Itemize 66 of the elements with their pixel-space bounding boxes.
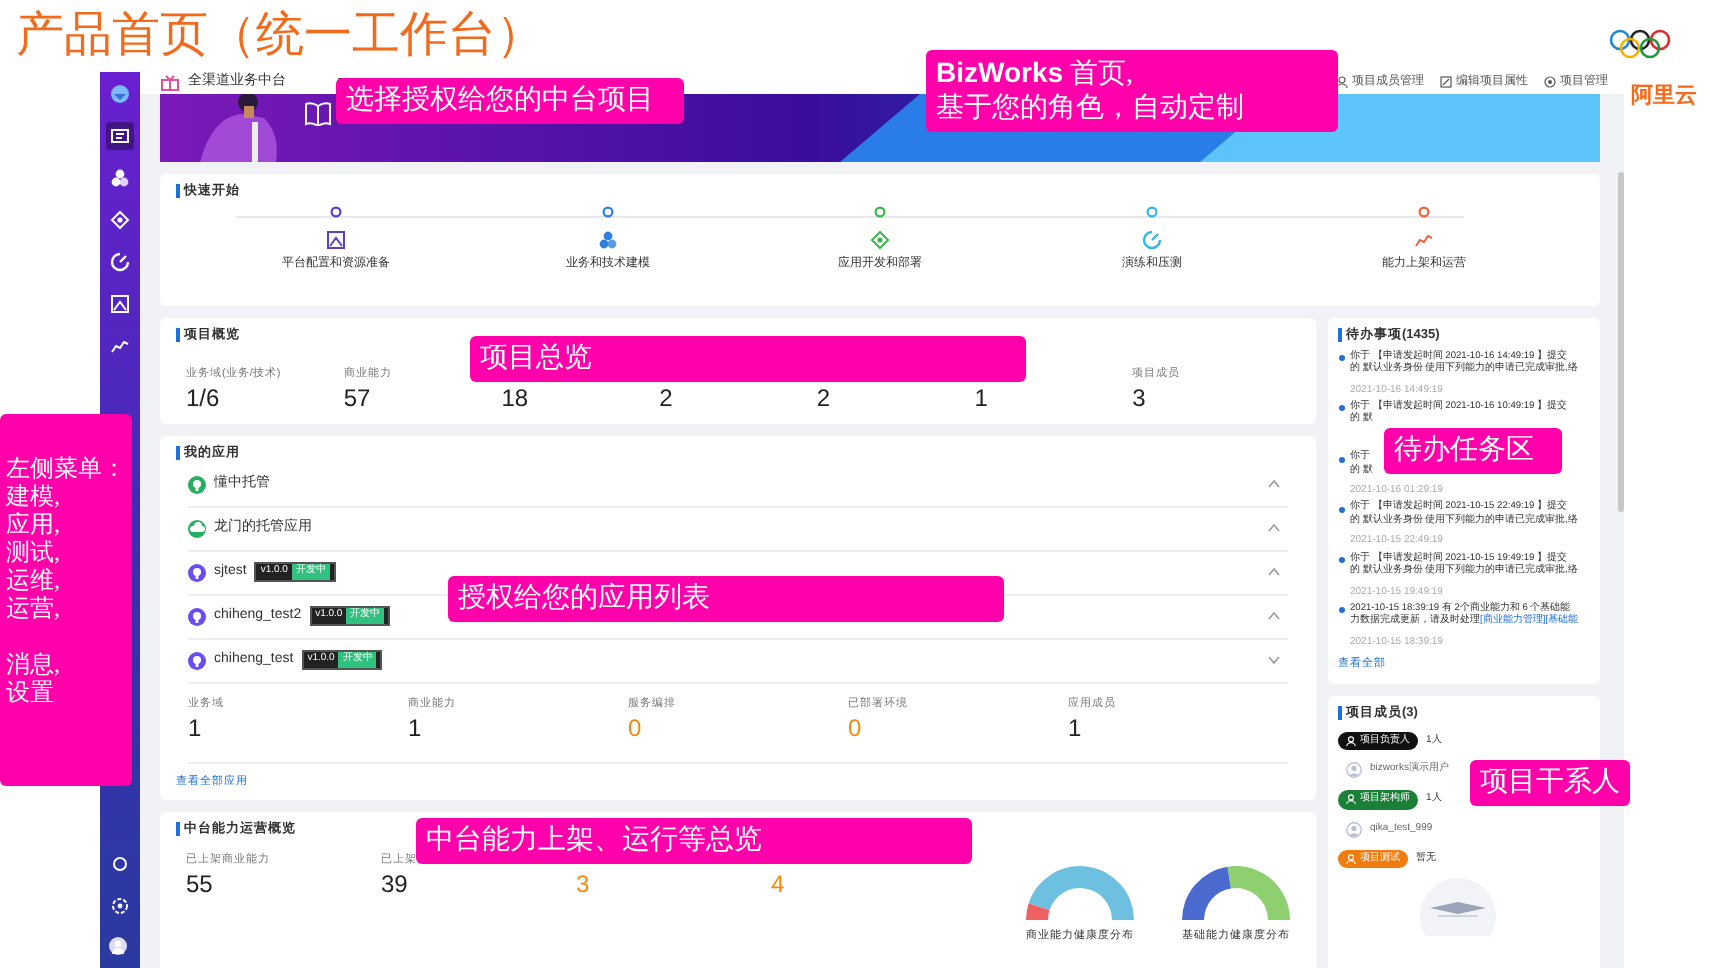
bullet-icon [1338,505,1346,514]
person-icon [1346,735,1356,746]
stat-value: 1/6 [186,383,220,412]
callout: 项目干系人 [1470,760,1630,806]
chevron-icon[interactable] [1268,568,1280,576]
half-donut-chart [1024,863,1136,921]
person-icon [1346,794,1356,805]
stat-value: 4 [771,869,785,898]
avatar-icon[interactable] [108,936,132,960]
app-icon [188,563,206,581]
half-donut-chart [1180,863,1292,921]
callout: 待办任务区 [1384,428,1562,474]
bullet-icon [1338,404,1346,413]
callout: 中台能力上架、运行等总览 [416,818,972,864]
stat-value: 3 [1132,383,1146,412]
scrollbar[interactable] [1618,172,1624,512]
stat-value: 2 [816,383,831,412]
stat-value: 1 [974,383,988,412]
book-icon [304,101,332,125]
image-icon[interactable] [325,229,347,251]
person-icon [1336,76,1348,89]
stat-value: 55 [186,869,213,898]
user-icon [1346,821,1362,837]
logo-icon[interactable] [110,84,130,104]
empty-illustration [1418,876,1498,936]
chevron-icon[interactable] [1268,656,1280,664]
callout: BizWorks 首页, 基于您的角色，自动定制 [926,50,1338,132]
edit-icon [1440,76,1452,89]
person-icon [1346,853,1356,864]
stat-value: 1 [1068,713,1082,742]
bell-icon[interactable] [110,854,130,874]
bullet-icon [1338,606,1346,615]
callout: 选择授权给您的中台项目 [336,78,684,124]
cubes-icon[interactable] [597,229,619,251]
stat-value: 2 [659,383,673,412]
stat-value: 1 [188,713,202,742]
stat-value: 39 [381,869,408,898]
chevron-icon[interactable] [1268,524,1280,532]
stat-value: 57 [343,383,371,412]
app-icon [188,607,206,625]
bullet-icon [1338,354,1346,362]
chevron-icon[interactable] [1268,612,1280,620]
callout: 项目总览 [470,336,1026,382]
chart-icon[interactable] [110,336,130,356]
stat-value: 18 [501,383,529,412]
callout: 左侧菜单： 建模, 应用, 测试, 运维, 运营, 消息, 设置 [0,414,132,786]
logo-text: 阿里云 [1631,82,1697,112]
settings-icon[interactable] [110,896,130,916]
stat-value: 0 [848,713,862,742]
chevron-icon[interactable] [1268,480,1280,488]
bullet-icon [1338,455,1346,464]
slide-title: 产品首页（统一工作台） [16,6,544,66]
app-icon [188,519,206,537]
stat-value: 1 [408,713,422,742]
cubes-icon[interactable] [110,168,130,188]
callout: 授权给您的应用列表 [448,576,1004,622]
app-icon [188,475,206,493]
user-icon [1346,762,1362,778]
stat-value: 0 [628,713,642,742]
screen-icon[interactable] [110,126,130,146]
stat-value: 3 [576,869,590,898]
bullet-icon [1338,556,1346,565]
settings-icon [1544,76,1556,89]
rings-logo [1604,28,1676,60]
gift-icon [160,72,180,93]
app-icon [188,651,206,669]
